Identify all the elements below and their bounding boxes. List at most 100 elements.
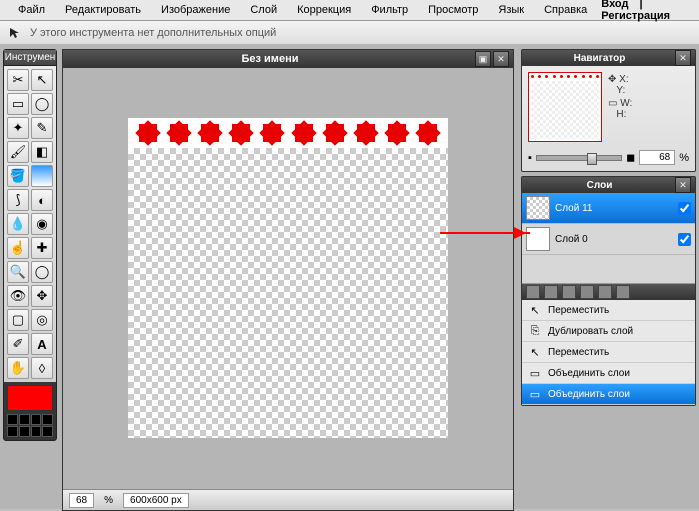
history-item[interactable]: ↖Переместить xyxy=(522,300,695,321)
bucket-tool[interactable]: 🪣 xyxy=(7,165,29,187)
navigator-close[interactable]: ✕ xyxy=(675,50,691,66)
redeye-tool[interactable]: 👁 xyxy=(7,285,29,307)
right-panels: Навигатор ✕ ✥ X: Y: ▭ W: H: ▪ ◼ 68 % xyxy=(521,49,696,406)
layer-row[interactable]: Слой 0 xyxy=(522,224,695,255)
move-icon: ↖ xyxy=(528,303,542,317)
history-item[interactable]: ↖Переместить xyxy=(522,342,695,363)
zoom-in-icon[interactable]: ◼ xyxy=(626,151,635,164)
replace-tool[interactable]: ◐ xyxy=(31,189,53,211)
layers-panel: Слои ✕ Слой 11 Слой 0 ↖Пере xyxy=(521,176,696,406)
bloat-tool[interactable]: ◎ xyxy=(31,309,53,331)
options-text: У этого инструмента нет дополнительных о… xyxy=(30,27,276,39)
history-toolbar xyxy=(522,284,695,300)
extra-tool[interactable]: ◊ xyxy=(31,357,53,379)
maximize-button[interactable]: ▣ xyxy=(475,51,491,67)
clone-tool[interactable]: ⟆ xyxy=(7,189,29,211)
toolbar-btn[interactable] xyxy=(562,285,576,299)
shape-row xyxy=(128,124,448,142)
shape-icon xyxy=(263,124,281,142)
move-tool-icon xyxy=(6,24,24,42)
layer-visible-checkbox[interactable] xyxy=(678,233,691,246)
layers-close[interactable]: ✕ xyxy=(675,177,691,193)
marquee-tool[interactable]: ▭ xyxy=(7,93,29,115)
zoom-out-icon[interactable]: ▪ xyxy=(528,152,532,164)
login-link[interactable]: Вход xyxy=(597,0,632,10)
menu-layer[interactable]: Слой xyxy=(240,4,287,16)
canvas-dimensions: 600x600 px xyxy=(123,493,189,508)
heal-tool[interactable]: ✚ xyxy=(31,237,53,259)
duplicate-icon: ⎘ xyxy=(528,324,542,338)
menu-adjust[interactable]: Коррекция xyxy=(287,4,361,16)
menu-edit[interactable]: Редактировать xyxy=(55,4,151,16)
shape-icon xyxy=(139,124,157,142)
blur-tool[interactable]: 💧 xyxy=(7,213,29,235)
shape-icon xyxy=(295,124,313,142)
color-swatches[interactable] xyxy=(7,414,53,437)
gradient-tool[interactable] xyxy=(31,165,53,187)
navigator-thumb[interactable] xyxy=(528,72,602,142)
shape-icon xyxy=(232,124,250,142)
foreground-color[interactable] xyxy=(7,385,53,411)
history-item[interactable]: ⎘Дублировать слой xyxy=(522,321,695,342)
close-button[interactable]: ✕ xyxy=(493,51,509,67)
shape-icon xyxy=(419,124,437,142)
hand-tool[interactable]: ✋ xyxy=(7,357,29,379)
menu-help[interactable]: Справка xyxy=(534,4,597,16)
eraser-tool[interactable]: ◧ xyxy=(31,141,53,163)
register-link[interactable]: Регистрация xyxy=(597,10,674,22)
toolbar-btn[interactable] xyxy=(580,285,594,299)
smudge-tool[interactable]: ☝ xyxy=(7,237,29,259)
layer-name[interactable]: Слой 0 xyxy=(555,234,673,245)
shape-icon xyxy=(357,124,375,142)
context-menu: ↖Переместить ⎘Дублировать слой ↖Перемест… xyxy=(522,283,695,405)
menu-bar: Файл Редактировать Изображение Слой Корр… xyxy=(0,0,699,21)
sponge-tool[interactable]: ◉ xyxy=(31,213,53,235)
wand-tool[interactable]: ✦ xyxy=(7,117,29,139)
shape-tool[interactable]: ▢ xyxy=(7,309,29,331)
canvas[interactable] xyxy=(128,118,448,438)
navigator-zoom-value[interactable]: 68 xyxy=(639,150,675,165)
shape-icon xyxy=(388,124,406,142)
move-icon: ↖ xyxy=(528,345,542,359)
history-item[interactable]: ▭Объединить слои xyxy=(522,384,695,405)
document-window: Без имени ▣ ✕ xyxy=(62,49,514,511)
pinch-tool[interactable]: ✥ xyxy=(31,285,53,307)
menu-file[interactable]: Файл xyxy=(8,4,55,16)
dodge-tool[interactable]: ◯ xyxy=(31,261,53,283)
toolbar-btn[interactable] xyxy=(544,285,558,299)
merge-icon: ▭ xyxy=(528,387,542,401)
menu-view[interactable]: Просмотр xyxy=(418,4,488,16)
pencil-tool[interactable]: ✎ xyxy=(31,117,53,139)
canvas-viewport[interactable] xyxy=(63,68,513,488)
layer-thumb xyxy=(526,196,550,220)
merge-icon: ▭ xyxy=(528,366,542,380)
navigator-zoom-slider[interactable]: ▪ ◼ 68 % xyxy=(522,148,695,171)
shape-icon xyxy=(326,124,344,142)
menu-filter[interactable]: Фильтр xyxy=(361,4,418,16)
status-bar: 68 % 600x600 px xyxy=(63,489,513,510)
document-title: Без имени xyxy=(67,53,473,65)
zoom-unit: % xyxy=(104,495,113,506)
navigator-title: Навигатор xyxy=(526,53,673,64)
menu-lang[interactable]: Язык xyxy=(488,4,534,16)
document-titlebar[interactable]: Без имени ▣ ✕ xyxy=(63,50,513,68)
toolbar-btn[interactable] xyxy=(598,285,612,299)
type-tool[interactable]: A xyxy=(31,333,53,355)
layer-name[interactable]: Слой 11 xyxy=(555,203,673,214)
move-tool[interactable]: ↖ xyxy=(31,69,53,91)
crop-tool[interactable]: ✂ xyxy=(7,69,29,91)
layer-row[interactable]: Слой 11 xyxy=(522,193,695,224)
menu-image[interactable]: Изображение xyxy=(151,4,240,16)
toolbar-btn[interactable] xyxy=(526,285,540,299)
shape-icon xyxy=(170,124,188,142)
lasso-tool[interactable]: ◯ xyxy=(31,93,53,115)
layer-visible-checkbox[interactable] xyxy=(678,202,691,215)
eyedrop-tool[interactable]: ✐ xyxy=(7,333,29,355)
shape-icon xyxy=(201,124,219,142)
history-item[interactable]: ▭Объединить слои xyxy=(522,363,695,384)
toolbar-btn[interactable] xyxy=(616,285,630,299)
zoom-tool[interactable]: 🔍 xyxy=(7,261,29,283)
zoom-value[interactable]: 68 xyxy=(69,493,94,508)
options-bar: У этого инструмента нет дополнительных о… xyxy=(0,21,699,46)
brush-tool[interactable]: 🖌 xyxy=(7,141,29,163)
